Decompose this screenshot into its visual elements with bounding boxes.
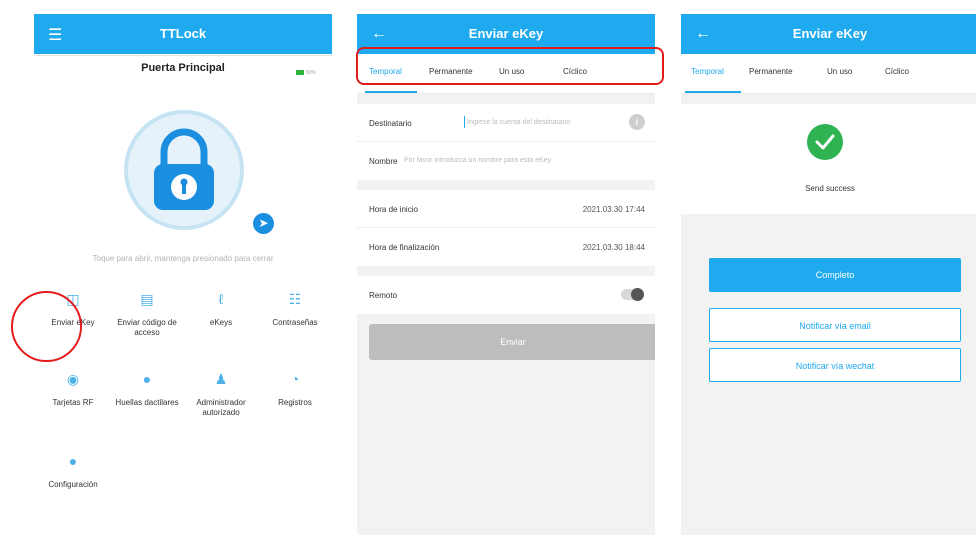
screen-title: Enviar eKey (792, 26, 868, 41)
menu-settings[interactable]: ● Configuración (36, 451, 110, 490)
settings-icon: ● (68, 453, 78, 469)
recipient-input[interactable]: Ingrese la cuenta del destinatario (467, 119, 570, 126)
send-ekey-form-screen: ← Enviar eKey Temporal Permanente Un uso… (357, 14, 655, 535)
recipient-group: Destinatario Ingrese la cuenta del desti… (357, 104, 655, 180)
menu-fingerprints[interactable]: ● Huellas dactilares (110, 369, 184, 408)
menu-label: Huellas dactilares (115, 398, 179, 407)
screen-title: Enviar eKey (468, 26, 544, 41)
remote-toggle[interactable] (621, 288, 644, 301)
tab-temporal[interactable]: Temporal (691, 67, 724, 76)
battery-icon (296, 70, 304, 75)
end-time-label: Hora de finalización (369, 243, 440, 252)
notify-wechat-button[interactable]: Notificar vía wechat (709, 348, 961, 382)
tab-one-use[interactable]: Un uso (827, 67, 852, 76)
lock-home-screen: ☰ TTLock Puerta Principal 80% ➤ Toque pa… (34, 14, 332, 535)
menu-label: Registros (278, 398, 312, 407)
top-bar: ☰ TTLock (34, 14, 332, 54)
recipient-label: Destinatario (369, 119, 412, 128)
recipient-row: Destinatario Ingrese la cuenta del desti… (357, 104, 655, 142)
passcode-icon: ▤ (140, 291, 154, 307)
highlight-tabs-box (356, 47, 664, 85)
start-time-value: 2021.03.30 17:44 (582, 205, 645, 214)
toggle-knob (631, 288, 644, 301)
success-panel: Send success (681, 104, 976, 214)
success-check-icon (807, 124, 843, 160)
remote-label: Remoto (369, 291, 398, 300)
battery-indicator: 80% (296, 70, 318, 76)
remote-row: Remoto (357, 276, 655, 314)
admin-icon: ♟ (214, 371, 228, 387)
app-title: TTLock (159, 26, 207, 41)
unlock-button[interactable] (124, 110, 244, 230)
text-cursor (464, 116, 465, 128)
menu-authorized-admin[interactable]: ♟ Administrador autorizado (184, 369, 258, 418)
stage: ☰ TTLock Puerta Principal 80% ➤ Toque pa… (0, 0, 976, 535)
menu-rf-cards[interactable]: ◉ Tarjetas RF (36, 369, 110, 408)
fingerprint-icon: ● (142, 371, 152, 387)
lock-name: Puerta Principal (141, 62, 225, 74)
send-button[interactable]: Enviar (369, 324, 655, 360)
menu-label: Configuración (48, 480, 98, 489)
ekeys-icon: ℓ (218, 291, 224, 307)
tab-cyclic[interactable]: Cíclico (885, 67, 909, 76)
end-time-value: 2021.03.30 18:44 (582, 243, 645, 252)
ekey-type-tabs: Temporal Permanente Un uso Cíclico (681, 54, 976, 94)
tab-permanent[interactable]: Permanente (749, 67, 793, 76)
info-icon[interactable]: i (629, 114, 645, 130)
complete-button[interactable]: Completo (709, 258, 961, 292)
checkmark-icon (815, 134, 835, 150)
menu-label: eKeys (209, 318, 233, 327)
time-group: Hora de inicio 2021.03.30 17:44 Hora de … (357, 190, 655, 266)
menu-records[interactable]: ◔ Registros (258, 369, 332, 408)
name-row: Nombre Por favor introduzca un nombre pa… (357, 142, 655, 180)
active-tab-indicator (685, 91, 741, 93)
records-icon: ◔ (290, 371, 300, 387)
menu-send-passcode[interactable]: ▤ Enviar código de acceso (110, 289, 184, 338)
highlight-circle (11, 291, 82, 362)
remote-group: Remoto (357, 276, 655, 314)
unlock-hint: Toque para abrir, mantenga presionado pa… (92, 254, 274, 263)
top-bar: ← Enviar eKey (681, 14, 976, 54)
menu-label: Contraseñas (272, 318, 318, 327)
end-time-row[interactable]: Hora de finalización 2021.03.30 18:44 (357, 228, 655, 266)
success-message: Send success (805, 184, 855, 193)
active-tab-indicator (365, 91, 417, 93)
name-input[interactable]: Por favor introduzca un nombre para esta… (404, 157, 551, 164)
start-time-row[interactable]: Hora de inicio 2021.03.30 17:44 (357, 190, 655, 228)
name-label: Nombre (369, 157, 398, 166)
menu-passwords[interactable]: ☷ Contraseñas (258, 289, 332, 328)
battery-level: 80% (306, 70, 317, 76)
notify-email-button[interactable]: Notificar vía email (709, 308, 961, 342)
menu-label: Tarjetas RF (52, 398, 94, 407)
share-icon[interactable]: ➤ (253, 213, 274, 234)
passwords-icon: ☷ (288, 291, 302, 307)
send-success-screen: ← Enviar eKey Temporal Permanente Un uso… (681, 14, 976, 535)
menu-label: Administrador autorizado (196, 398, 246, 417)
padlock-icon (154, 128, 214, 210)
menu-ekeys[interactable]: ℓ eKeys (184, 289, 258, 328)
card-icon: ◉ (66, 371, 80, 387)
start-time-label: Hora de inicio (369, 205, 418, 214)
menu-label: Enviar código de acceso (117, 318, 177, 337)
divider (34, 55, 332, 56)
